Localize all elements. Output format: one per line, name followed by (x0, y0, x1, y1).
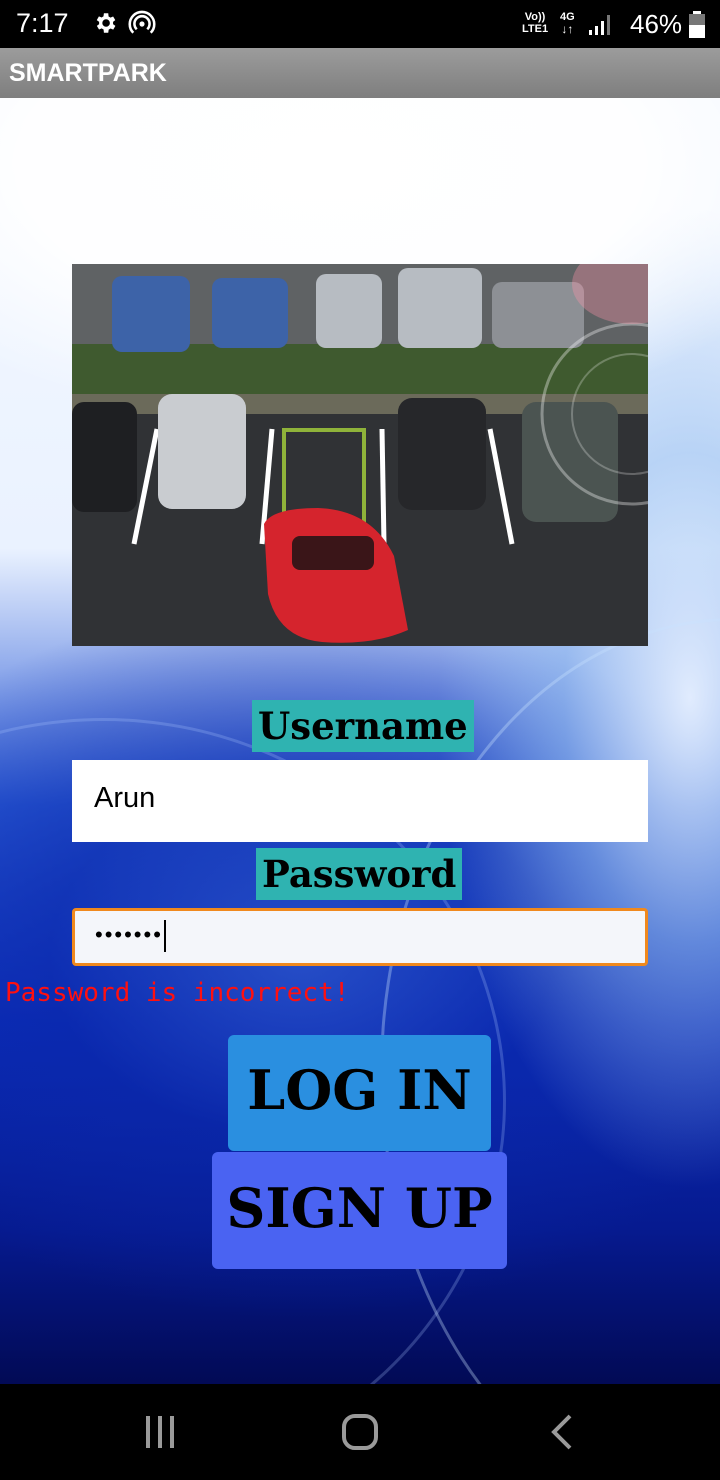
battery-icon (688, 11, 706, 44)
parking-lot-image (72, 264, 648, 646)
home-icon (342, 1414, 378, 1450)
recents-icon (146, 1416, 174, 1448)
password-masked-value: ••••••• (95, 922, 163, 947)
home-button[interactable] (300, 1384, 420, 1480)
password-label: Password (256, 848, 463, 900)
battery-percent: 46% (630, 9, 683, 39)
signal-bars-icon (588, 12, 614, 41)
signup-button[interactable]: SIGN UP (212, 1152, 507, 1269)
network-4g-label: 4G ↓↑ (560, 11, 575, 36)
text-caret (163, 920, 166, 953)
hotspot-icon (128, 10, 156, 43)
password-field[interactable]: ••••••• (72, 908, 648, 966)
username-field[interactable]: Arun (72, 760, 648, 842)
status-bar: 7:17 Vo)) LTE1 4G ↓↑ 46% (0, 0, 720, 48)
network-volte-label: Vo)) LTE1 (522, 11, 548, 35)
app-bar: SMARTPARK (0, 48, 720, 98)
volte-text: Vo)) (524, 11, 546, 23)
username-label: Username (252, 700, 474, 752)
navigation-bar (0, 1384, 720, 1480)
login-button[interactable]: LOG IN (228, 1035, 491, 1151)
login-screen: Username Arun Password ••••••• Password … (0, 98, 720, 1384)
error-message: Password is incorrect! (5, 978, 350, 1008)
recents-button[interactable] (100, 1384, 220, 1480)
back-button[interactable] (502, 1384, 622, 1480)
gear-icon (92, 10, 118, 41)
status-time: 7:17 (16, 8, 69, 38)
app-title: SMARTPARK (9, 59, 167, 87)
lte-text: LTE1 (522, 23, 549, 35)
back-icon (551, 1414, 572, 1450)
